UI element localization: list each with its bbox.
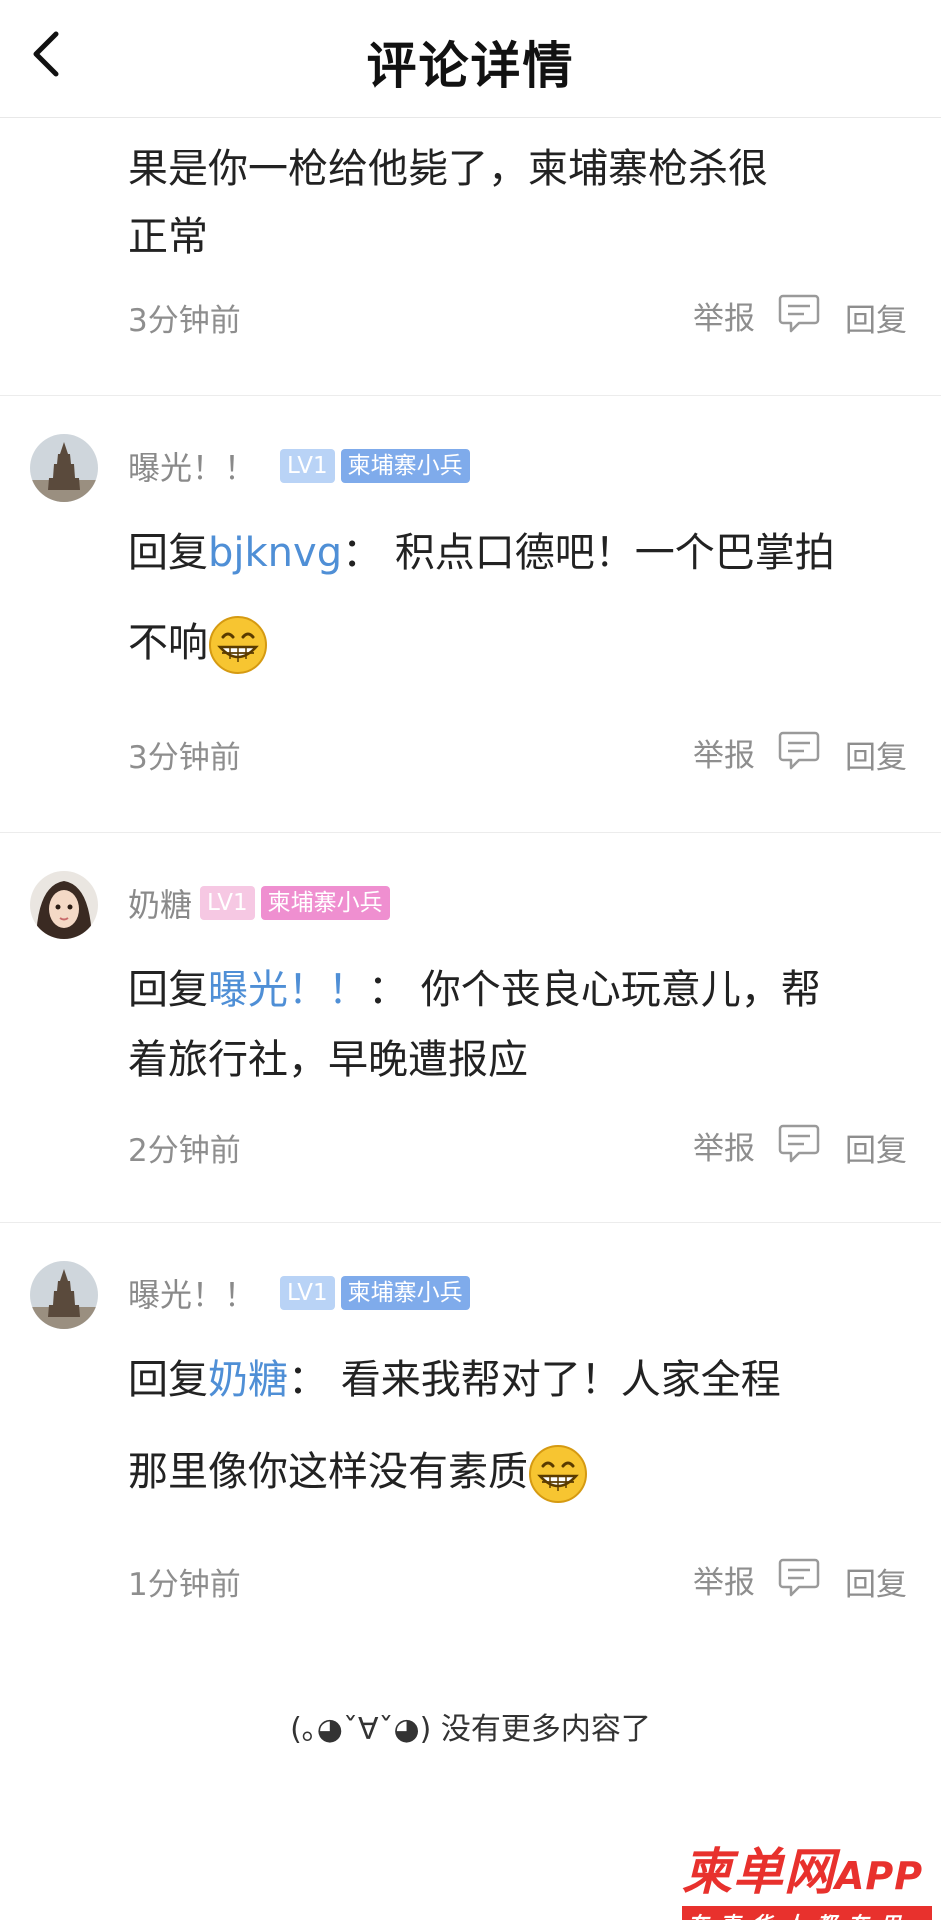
user-info: 曝光！！ LV1 柬埔寨小兵 — [128, 443, 476, 489]
comment-item: 果是你一枪给他毙了，柬埔寨枪杀很 正常 3分钟前 举报 回复 — [0, 119, 941, 396]
no-more-content: (｡◕ˇ∀ˇ◕) 没有更多内容了 — [290, 1712, 651, 1747]
comment-meta: 2分钟前 举报 回复 — [128, 1121, 907, 1170]
grin-emoji-icon — [528, 1444, 588, 1504]
brand-app: APP — [835, 1854, 924, 1898]
user-info: 奶糖 LV1 柬埔寨小兵 — [128, 880, 396, 926]
comment-item: 奶糖 LV1 柬埔寨小兵 回复曝光！！： 你个丧良心玩意儿，帮 着旅行社，早晚遭… — [0, 833, 941, 1223]
comment-content: 回复曝光！！： 你个丧良心玩意儿，帮 着旅行社，早晚遭报应 — [128, 967, 821, 1083]
comment-content: 回复bjknvg： 积点口德吧！一个巴掌拍 不响 — [128, 508, 918, 688]
reply-icon[interactable] — [777, 1121, 821, 1165]
comment-item: 曝光！！ LV1 柬埔寨小兵 回复bjknvg： 积点口德吧！一个巴掌拍 不响 … — [0, 396, 941, 833]
comment-content: 回复奶糖： 看来我帮对了！人家全程 那里像你这样没有素质 — [128, 1334, 918, 1518]
username[interactable]: 曝光！！ — [128, 1270, 256, 1316]
comment-meta: 3分钟前 举报 回复 — [128, 291, 907, 340]
reply-icon[interactable] — [777, 291, 821, 335]
username[interactable]: 曝光！！ — [128, 443, 256, 489]
report-button[interactable]: 举报 — [693, 1557, 755, 1602]
avatar[interactable] — [30, 871, 98, 939]
comment-time: 3分钟前 — [128, 303, 241, 339]
report-button[interactable]: 举报 — [693, 293, 755, 338]
level-badge: LV1 — [280, 449, 335, 483]
report-button[interactable]: 举报 — [693, 1123, 755, 1168]
avatar[interactable] — [30, 1261, 98, 1329]
top-bar: 评论详情 — [0, 0, 941, 118]
brand-name: 柬单网 — [682, 1843, 835, 1901]
user-info: 曝光！！ LV1 柬埔寨小兵 — [128, 1270, 476, 1316]
avatar[interactable] — [30, 434, 98, 502]
reply-button[interactable]: 回复 — [845, 295, 907, 340]
reply-icon[interactable] — [777, 728, 821, 772]
comment-time: 1分钟前 — [128, 1567, 241, 1603]
grin-emoji-icon — [208, 615, 268, 675]
reply-button[interactable]: 回复 — [845, 1125, 907, 1170]
page-title: 评论详情 — [366, 37, 575, 95]
comment-meta: 1分钟前 举报 回复 — [128, 1555, 907, 1604]
reply-button[interactable]: 回复 — [845, 1559, 907, 1604]
comment-content: 果是你一枪给他毙了，柬埔寨枪杀很 正常 — [128, 146, 768, 260]
report-button[interactable]: 举报 — [693, 730, 755, 775]
comment-time: 3分钟前 — [128, 740, 241, 776]
brand-slogan: 在柬华人都在用 — [682, 1906, 932, 1920]
brand-watermark: 柬单网APP 在柬华人都在用 — [682, 1832, 932, 1920]
reply-button[interactable]: 回复 — [845, 732, 907, 777]
comment-time: 2分钟前 — [128, 1133, 241, 1169]
title-badge: 柬埔寨小兵 — [340, 1276, 470, 1310]
level-badge: LV1 — [200, 886, 255, 920]
username[interactable]: 奶糖 — [128, 880, 192, 926]
reply-to-user[interactable]: 曝光！！ — [208, 967, 368, 1013]
reply-to-user[interactable]: 奶糖 — [208, 1357, 288, 1403]
comment-item: 曝光！！ LV1 柬埔寨小兵 回复奶糖： 看来我帮对了！人家全程 那里像你这样没… — [0, 1223, 941, 1653]
reply-to-user[interactable]: bjknvg — [208, 530, 342, 576]
title-badge: 柬埔寨小兵 — [340, 449, 470, 483]
comment-meta: 3分钟前 举报 回复 — [128, 728, 907, 777]
reply-icon[interactable] — [777, 1555, 821, 1599]
title-badge: 柬埔寨小兵 — [260, 886, 390, 920]
level-badge: LV1 — [280, 1276, 335, 1310]
